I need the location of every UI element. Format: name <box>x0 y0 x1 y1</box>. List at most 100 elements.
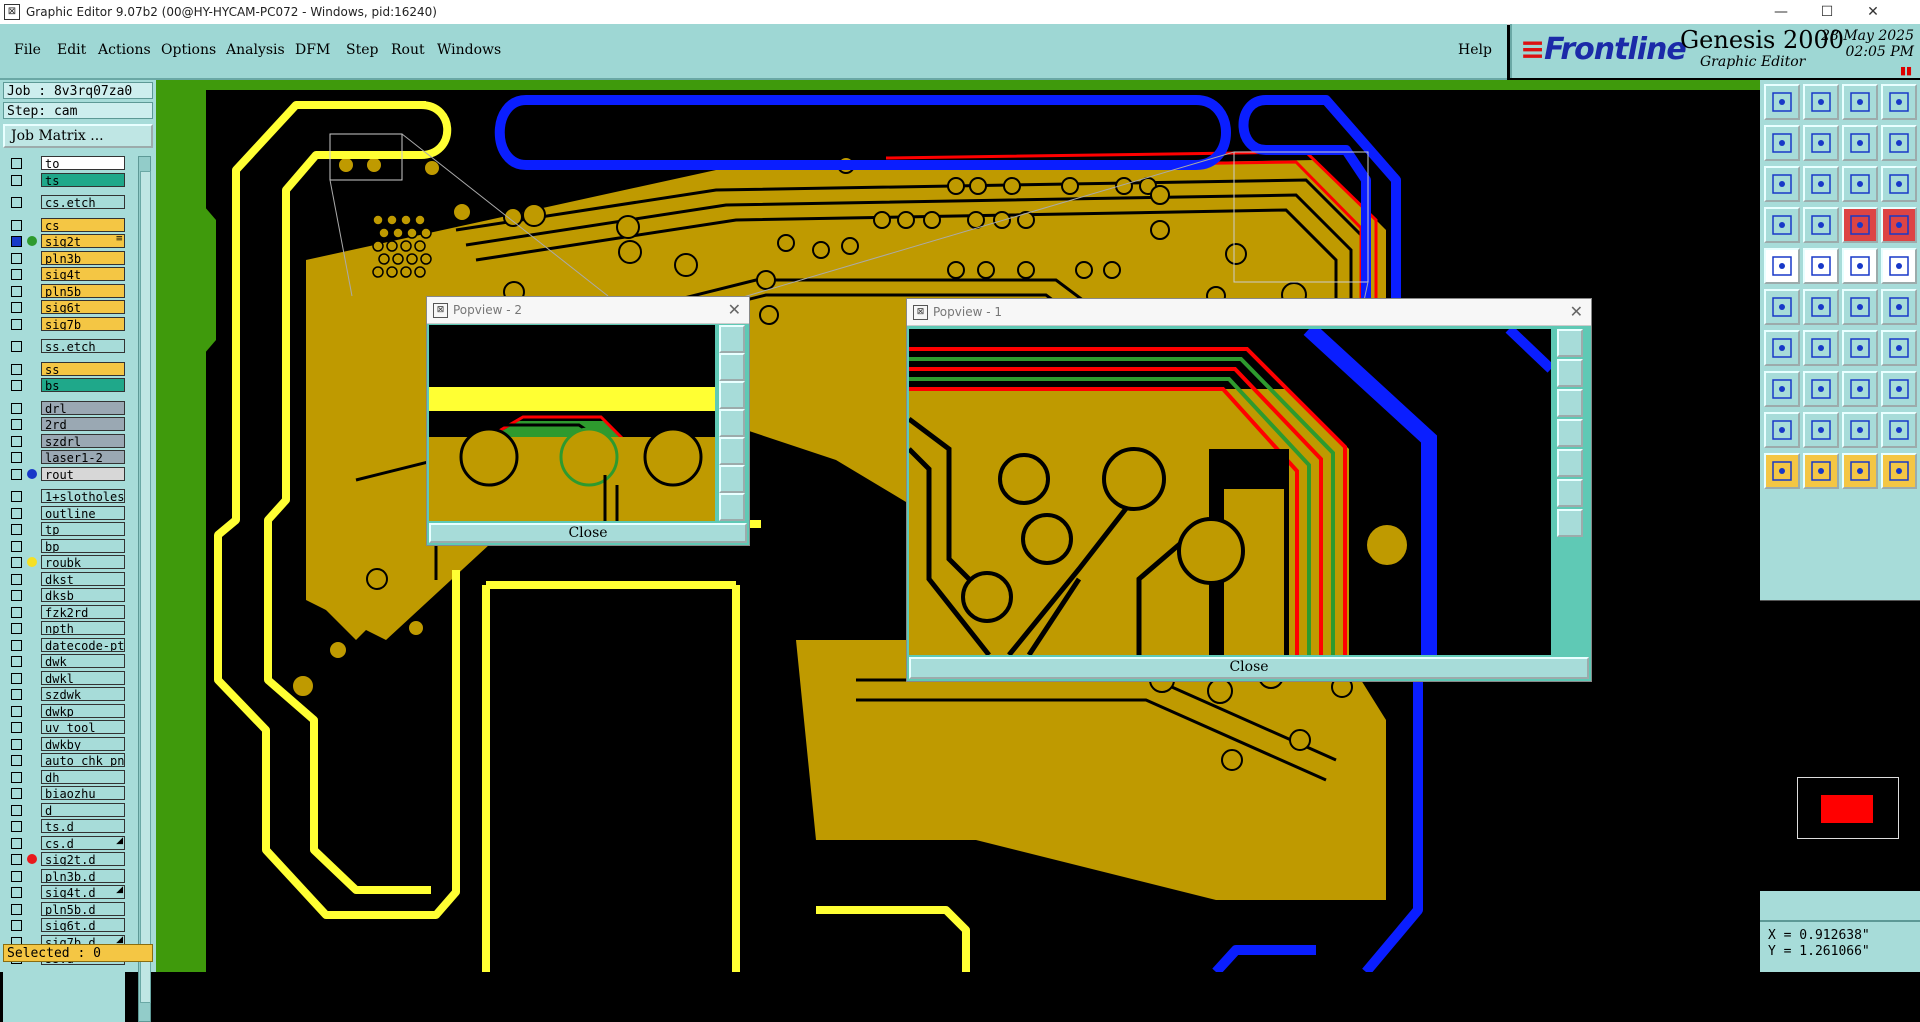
layer-name[interactable]: 2rd <box>41 417 125 431</box>
layer-checkbox[interactable] <box>11 656 22 667</box>
layer-name[interactable]: dwkp <box>41 703 125 718</box>
layer-list-scrollbar[interactable] <box>138 156 151 1022</box>
maximize-button[interactable]: ☐ <box>1804 0 1850 24</box>
layer-row[interactable]: d <box>3 802 125 817</box>
layer-name[interactable]: dwk <box>41 654 125 668</box>
layer-name[interactable]: sig2t.d <box>41 852 125 866</box>
layer-row[interactable]: fzk2rd <box>3 604 125 619</box>
layer-checkbox[interactable] <box>11 524 22 535</box>
layer-name[interactable]: sig4t.d <box>41 885 125 899</box>
layer-name[interactable]: fzk2rd <box>41 604 125 619</box>
cross-icon[interactable] <box>1803 289 1839 325</box>
layer-name[interactable]: bs <box>41 378 125 392</box>
layer-row[interactable]: datecode-pt <box>3 637 125 652</box>
layer-row[interactable]: pln3b <box>3 250 125 265</box>
layer-name[interactable]: dh <box>41 769 125 784</box>
layer-row[interactable]: 2rd <box>3 417 125 431</box>
popview-2-canvas[interactable] <box>429 325 715 521</box>
layer-checkbox[interactable] <box>11 903 22 915</box>
menu-step[interactable]: Step <box>346 42 378 58</box>
layer-row[interactable]: dwkl <box>3 670 125 685</box>
layer-checkbox[interactable] <box>11 452 22 463</box>
snap-pad-icon[interactable] <box>1803 207 1839 243</box>
layer-name[interactable]: drl <box>41 400 125 415</box>
layer-name[interactable]: ss <box>41 361 125 376</box>
popview-zoom-in-button[interactable] <box>719 353 745 381</box>
triangle-c-icon[interactable] <box>1842 412 1878 448</box>
scrollbar-thumb[interactable] <box>140 171 151 1003</box>
group-icon[interactable] <box>1881 371 1917 407</box>
overview-view-rect[interactable] <box>1821 795 1873 823</box>
line-connect-icon[interactable] <box>1881 289 1917 325</box>
layer-checkbox[interactable] <box>11 920 22 931</box>
layer-checkbox[interactable] <box>11 158 22 169</box>
arc-icon[interactable] <box>1842 330 1878 366</box>
layer-checkbox[interactable] <box>11 887 22 898</box>
popview-1-title-bar[interactable]: ⊠ Popview - 1 ✕ <box>907 299 1591 326</box>
redo-icon[interactable] <box>1803 125 1839 161</box>
popview-1-window[interactable]: ⊠ Popview - 1 ✕ Close <box>906 298 1592 682</box>
layer-name[interactable]: pln5b <box>41 283 125 298</box>
layer-row[interactable]: pln5b <box>3 283 125 298</box>
layer-name[interactable]: dwkby <box>41 736 125 751</box>
triangle-d-icon[interactable] <box>1881 412 1917 448</box>
layer-row[interactable]: sig6t.d <box>3 918 125 932</box>
popview-1-close-button[interactable]: Close <box>909 657 1589 679</box>
layer-name[interactable]: 1+slotholes <box>41 489 125 503</box>
layer-checkbox[interactable] <box>11 689 22 700</box>
layer-row[interactable]: pln3b.d <box>3 868 125 883</box>
popview-2-close-button[interactable]: Close <box>429 523 747 543</box>
undo-icon[interactable] <box>1764 125 1800 161</box>
layer-row[interactable]: sig4t.d ◢ <box>3 885 125 899</box>
layer-name[interactable]: pln3b <box>41 250 125 265</box>
attach-icon[interactable] <box>1764 248 1800 284</box>
layer-checkbox[interactable] <box>11 705 22 717</box>
route-a-icon[interactable] <box>1842 207 1878 243</box>
layer-row[interactable]: outline <box>3 505 125 520</box>
layer-row[interactable]: dwkp <box>3 703 125 718</box>
zoom-1to1-icon[interactable] <box>1842 166 1878 202</box>
move-icon[interactable] <box>1803 371 1839 407</box>
zoom-fit-icon[interactable] <box>1764 166 1800 202</box>
layer-row[interactable]: tp <box>3 522 125 536</box>
layer-row[interactable]: 1+slotholes <box>3 489 125 503</box>
layer-checkbox[interactable] <box>11 302 22 313</box>
layer-checkbox[interactable] <box>11 639 22 651</box>
select-add-icon[interactable] <box>1803 453 1839 489</box>
layer-row[interactable]: to <box>3 156 125 170</box>
layer-checkbox[interactable] <box>11 252 22 264</box>
align-icon[interactable] <box>1881 330 1917 366</box>
layer-row[interactable]: dkst <box>3 571 125 586</box>
menu-dfm[interactable]: DFM <box>295 42 330 58</box>
layer-name[interactable]: bp <box>41 538 125 553</box>
flip-icon[interactable] <box>1881 125 1917 161</box>
layer-checkbox[interactable] <box>11 236 22 247</box>
layer-checkbox[interactable] <box>11 468 22 480</box>
popview-fit-button[interactable] <box>719 465 745 493</box>
select-icon[interactable] <box>1764 453 1800 489</box>
layer-name[interactable]: dksb <box>41 588 125 602</box>
popview-2-window[interactable]: ⊠ Popview - 2 ✕ Close <box>426 296 750 546</box>
menu-options[interactable]: Options <box>161 42 216 58</box>
open-step-icon[interactable] <box>1764 84 1800 120</box>
layer-name[interactable]: szdwk <box>41 687 125 701</box>
job-matrix-button[interactable]: Job Matrix ... <box>3 124 153 148</box>
popview-pan-right-button[interactable] <box>1557 449 1583 477</box>
layer-checkbox[interactable] <box>11 606 22 618</box>
layer-row[interactable]: biaozhu <box>3 786 125 800</box>
menu-analysis[interactable]: Analysis <box>226 42 285 58</box>
layer-checkbox[interactable] <box>11 821 22 832</box>
close-button[interactable]: ✕ <box>1850 0 1896 24</box>
layer-name[interactable]: sig7b <box>41 316 125 331</box>
layer-row[interactable]: dwkby <box>3 736 125 751</box>
layer-row[interactable]: dksb <box>3 588 125 602</box>
layer-row[interactable]: drl <box>3 400 125 415</box>
layer-checkbox[interactable] <box>11 573 22 585</box>
layer-name[interactable]: cs <box>41 217 125 232</box>
layer-row[interactable]: rout <box>3 466 125 481</box>
layer-row[interactable]: ts.d <box>3 819 125 833</box>
window-title-bar[interactable]: ⊠ Graphic Editor 9.07b2 (00@HY-HYCAM-PC0… <box>0 0 1920 25</box>
popview-pan-left-button[interactable] <box>719 409 745 437</box>
popview-center-button[interactable] <box>719 493 745 521</box>
layer-checkbox[interactable] <box>11 738 22 750</box>
